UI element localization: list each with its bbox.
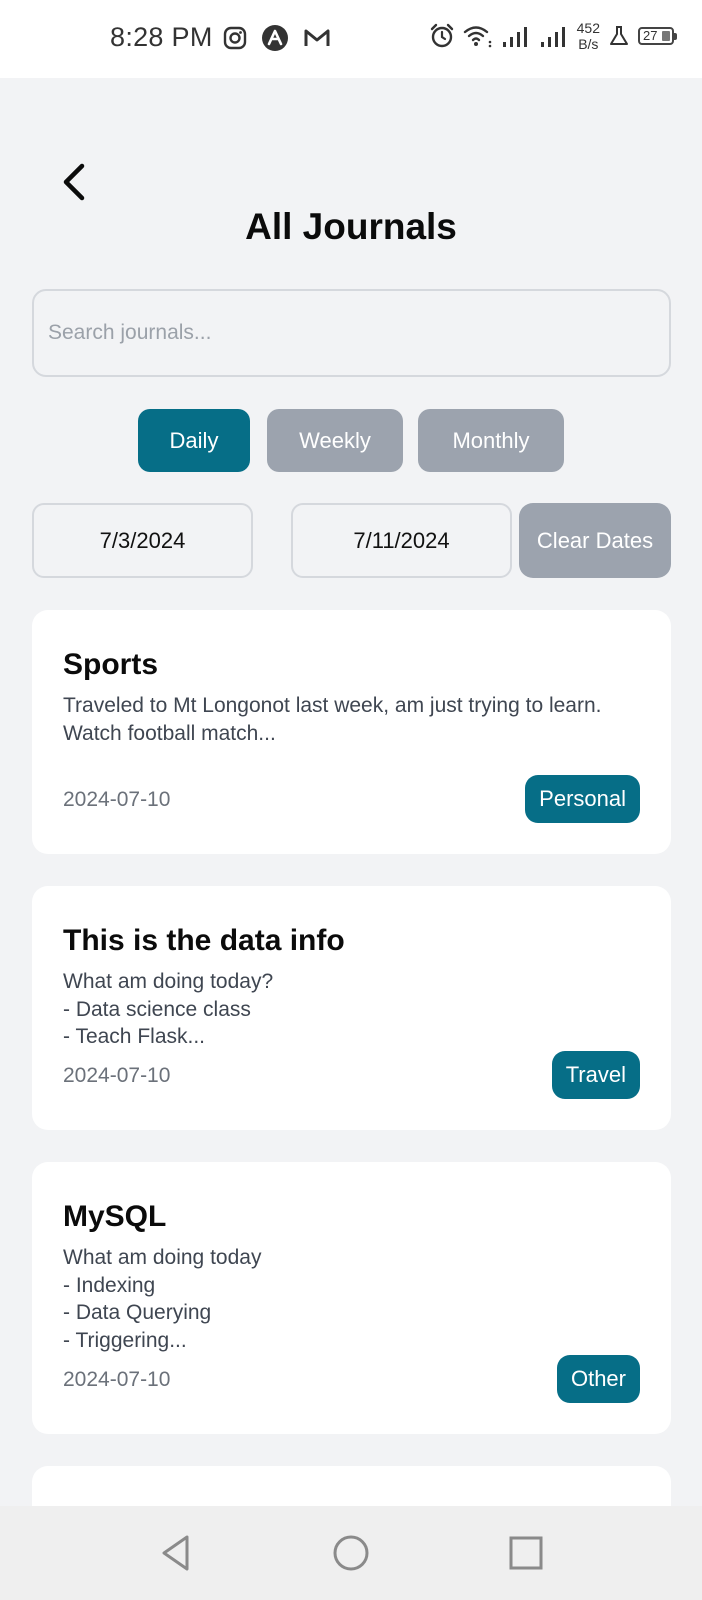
search-input[interactable] — [32, 289, 671, 377]
nav-back-button[interactable] — [154, 1530, 200, 1576]
start-date-field[interactable]: 7/3/2024 — [32, 503, 253, 578]
tab-daily[interactable]: Daily — [138, 409, 250, 472]
gmail-icon — [304, 29, 330, 46]
end-date-value: 7/11/2024 — [353, 527, 450, 553]
tab-monthly-label: Monthly — [452, 427, 530, 453]
journal-title: This is the data info — [63, 924, 345, 957]
clear-dates-label: Clear Dates — [536, 527, 654, 553]
page-title: All Journals — [245, 206, 457, 247]
network-speed: 452 B/s — [577, 20, 600, 52]
category-badge: Other — [556, 1355, 640, 1403]
status-time: 8:28 PM — [110, 22, 213, 52]
end-date-field[interactable]: 7/11/2024 — [291, 503, 512, 578]
journal-title: MySQL — [63, 1200, 167, 1233]
category-badge: Personal — [525, 775, 640, 823]
battery-level: 27 — [643, 28, 658, 43]
notification-icons — [223, 24, 331, 52]
app-logo-icon — [262, 25, 288, 51]
triangle-back-icon — [162, 1535, 189, 1571]
journal-card[interactable]: This is the data info What am doing toda… — [32, 886, 671, 1130]
square-recents-icon — [509, 1536, 543, 1570]
journal-preview: Traveled to Mt Longonot last week, am ju… — [63, 694, 602, 745]
journal-title: Sports — [63, 648, 159, 681]
network-speed-value: 452 — [576, 20, 600, 36]
journal-date: 2024-07-10 — [63, 1368, 171, 1391]
journal-card[interactable]: MySQL What am doing today - Indexing - D… — [32, 1162, 671, 1434]
system-nav-bar — [0, 1506, 702, 1600]
wifi-icon — [463, 26, 491, 48]
journal-preview: What am doing today? - Data science clas… — [63, 970, 274, 1048]
flask-icon — [610, 26, 628, 45]
status-bar: 8:28 PM 452 B/s 27 — [0, 0, 702, 78]
start-date-value: 7/3/2024 — [99, 527, 186, 553]
network-speed-unit: B/s — [578, 36, 599, 52]
tab-daily-label: Daily — [169, 427, 219, 453]
instagram-icon — [223, 26, 247, 50]
journal-date: 2024-07-10 — [63, 788, 171, 811]
alarm-icon — [430, 23, 453, 48]
nav-home-button[interactable] — [328, 1530, 374, 1576]
signal-icon-2 — [540, 27, 565, 47]
system-icons: 452 B/s 27 — [429, 20, 677, 52]
journal-card[interactable]: Sports Traveled to Mt Longonot last week… — [32, 610, 671, 854]
signal-icon — [502, 27, 527, 47]
chevron-left-icon — [63, 163, 85, 201]
nav-recents-button[interactable] — [503, 1530, 549, 1576]
tab-monthly[interactable]: Monthly — [418, 409, 564, 472]
circle-home-icon — [333, 1535, 369, 1571]
back-button[interactable] — [58, 160, 94, 204]
battery-icon: 27 — [638, 27, 677, 45]
journal-date: 2024-07-10 — [63, 1064, 171, 1087]
clear-dates-button[interactable]: Clear Dates — [519, 503, 671, 578]
category-badge: Travel — [551, 1051, 640, 1099]
tab-weekly-label: Weekly — [299, 427, 371, 453]
tab-weekly[interactable]: Weekly — [267, 409, 403, 472]
journal-preview: What am doing today - Indexing - Data Qu… — [63, 1246, 262, 1352]
